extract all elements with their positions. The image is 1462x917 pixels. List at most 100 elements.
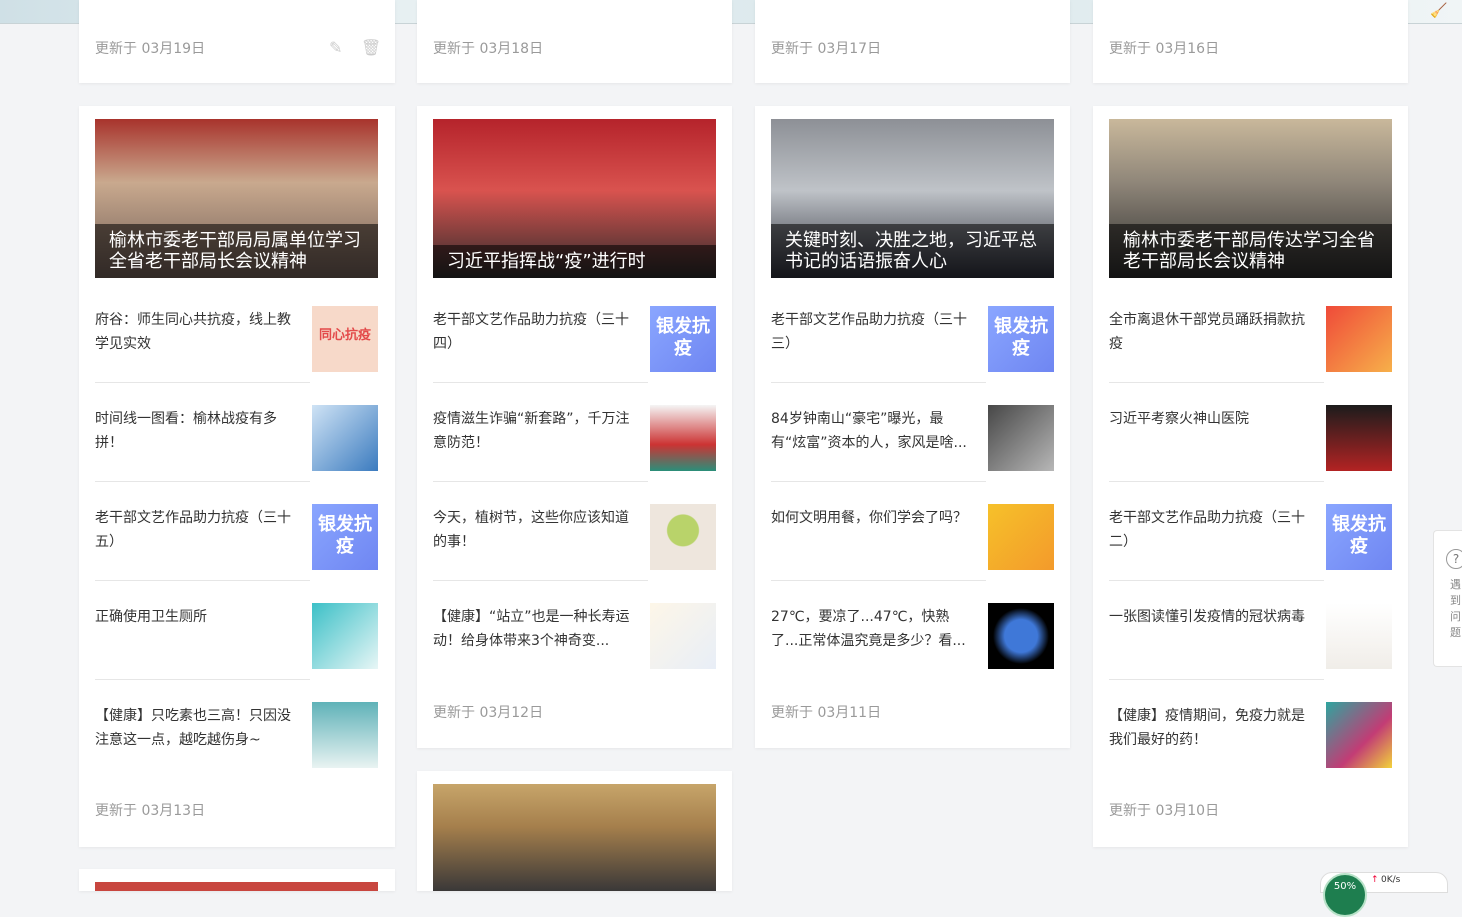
updated-date: 更新于 03月11日 [771,705,882,721]
item-thumbnail[interactable] [1326,306,1392,372]
news-card-4: 榆林市委老干部局传达学习全省老干部局长会议精神 全市离退休干部党员踊跃捐款抗疫 … [1093,106,1408,847]
item-thumbnail[interactable] [650,405,716,471]
item-title[interactable]: 正确使用卫生厕所 [95,605,300,629]
item-thumbnail[interactable] [1326,405,1392,471]
hero-caption[interactable]: 关键时刻、决胜之地，习近平总书记的话语振奋人心 [771,224,1054,278]
list-item[interactable]: 老干部文艺作品助力抗疫（三十二） 银发抗疫 [1109,497,1392,596]
divider [95,481,310,482]
hero-caption[interactable]: 习近平指挥战“疫”进行时 [433,245,716,278]
news-card-3: 关键时刻、决胜之地，习近平总书记的话语振奋人心 老干部文艺作品助力抗疫（三十三）… [755,106,1070,748]
card-tools: ✎ 🗑 [315,38,381,57]
item-thumbnail[interactable]: 银发抗疫 [988,306,1054,372]
list-item[interactable]: 【健康】疫情期间，免疫力就是我们最好的药！ [1109,695,1392,794]
help-text[interactable]: 遇到问题 [1450,577,1462,641]
list-item[interactable]: 老干部文艺作品助力抗疫（三十四） 银发抗疫 [433,299,716,398]
top-card-1: 更新于 03月19日 ✎ 🗑 [79,0,395,83]
hero-image[interactable]: 榆林市委老干部局传达学习全省老干部局长会议精神 [1109,119,1392,278]
item-thumbnail[interactable] [988,405,1054,471]
list-item[interactable]: 一张图读懂引发疫情的冠状病毒 [1109,596,1392,695]
item-title[interactable]: 老干部文艺作品助力抗疫（三十五） [95,506,300,554]
speed-value: 0K/s [1381,875,1401,885]
item-title[interactable]: 27℃，要凉了...47℃，快熟了...正常体温究竟是多少？看... [771,605,976,653]
list-item[interactable]: 【健康】“站立”也是一种长寿运动！给身体带来3个神奇变... [433,596,716,695]
list-item[interactable]: 84岁钟南山“豪宅”曝光，最有“炫富”资本的人，家风是啥... [771,398,1054,497]
hero-image[interactable] [95,882,378,891]
question-icon[interactable]: ? [1446,549,1462,569]
item-thumbnail[interactable]: 银发抗疫 [312,504,378,570]
item-thumbnail[interactable] [650,504,716,570]
list-item[interactable]: 今天，植树节，这些你应该知道的事！ [433,497,716,596]
item-title[interactable]: 老干部文艺作品助力抗疫（三十三） [771,308,976,356]
item-title[interactable]: 【健康】“站立”也是一种长寿运动！给身体带来3个神奇变... [433,605,638,653]
delete-icon[interactable]: 🗑 [361,39,381,57]
item-thumbnail[interactable]: 银发抗疫 [650,306,716,372]
list-item[interactable]: 时间线一图看：榆林战疫有多拼！ [95,398,378,497]
item-thumbnail[interactable] [312,603,378,669]
item-title[interactable]: 时间线一图看：榆林战疫有多拼！ [95,407,300,455]
hero-photo [433,784,716,891]
top-card-4: 更新于 03月16日 [1093,0,1408,83]
updated-date: 更新于 03月12日 [433,705,544,721]
list-item[interactable]: 习近平考察火神山医院 [1109,398,1392,497]
divider [771,382,986,383]
list-item[interactable]: 疫情滋生诈骗“新套路”，千万注意防范！ [433,398,716,497]
news-card-1b [79,869,395,891]
help-widget[interactable]: ? 遇到问题 [1433,530,1462,667]
updated-date: 更新于 03月18日 [433,41,544,57]
divider [771,481,986,482]
item-thumbnail[interactable] [988,504,1054,570]
item-title[interactable]: 府谷：师生同心共抗疫，线上教学见实效 [95,308,300,356]
network-speed-widget[interactable]: 50% ↑ 0K/s [1320,872,1448,917]
list-item[interactable]: 正确使用卫生厕所 [95,596,378,695]
item-title[interactable]: 一张图读懂引发疫情的冠状病毒 [1109,605,1314,629]
item-thumbnail[interactable] [1326,702,1392,768]
item-title[interactable]: 老干部文艺作品助力抗疫（三十四） [433,308,638,356]
hero-caption[interactable]: 榆林市委老干部局局属单位学习全省老干部局长会议精神 [95,224,378,278]
item-title[interactable]: 如何文明用餐，你们学会了吗？ [771,506,976,530]
item-thumbnail[interactable]: 同心抗疫 [312,306,378,372]
divider [1109,580,1324,581]
item-title[interactable]: 84岁钟南山“豪宅”曝光，最有“炫富”资本的人，家风是啥... [771,407,976,455]
divider [433,481,648,482]
list-item[interactable]: 全市离退休干部党员踊跃捐款抗疫 [1109,299,1392,398]
thumb-text: 银发抗疫 [988,306,1054,372]
list-item[interactable]: 府谷：师生同心共抗疫，线上教学见实效 同心抗疫 [95,299,378,398]
cleanup-brush-icon[interactable]: 🧹 [1430,3,1447,19]
hero-image[interactable]: 榆林市委老干部局局属单位学习全省老干部局长会议精神 [95,119,378,278]
item-thumbnail[interactable] [988,603,1054,669]
thumb-text: 银发抗疫 [312,504,378,570]
list-item[interactable]: 如何文明用餐，你们学会了吗？ [771,497,1054,596]
divider [95,382,310,383]
list-item[interactable]: 老干部文艺作品助力抗疫（三十五） 银发抗疫 [95,497,378,596]
updated-date: 更新于 03月13日 [95,803,206,819]
item-title[interactable]: 疫情滋生诈骗“新套路”，千万注意防范！ [433,407,638,455]
item-title[interactable]: 今天，植树节，这些你应该知道的事！ [433,506,638,554]
item-title[interactable]: 全市离退休干部党员踊跃捐款抗疫 [1109,308,1314,356]
divider [95,580,310,581]
item-title[interactable]: 【健康】疫情期间，免疫力就是我们最好的药！ [1109,704,1314,752]
divider [1109,382,1324,383]
hero-image[interactable] [433,784,716,891]
list-item[interactable]: 【健康】只吃素也三高！只因没注意这一点，越吃越伤身~ [95,695,378,794]
usage-ring: 50% [1323,873,1367,917]
item-thumbnail[interactable] [312,702,378,768]
item-thumbnail[interactable] [312,405,378,471]
item-thumbnail[interactable] [650,603,716,669]
item-title[interactable]: 【健康】只吃素也三高！只因没注意这一点，越吃越伤身~ [95,704,300,752]
hero-caption[interactable]: 榆林市委老干部局传达学习全省老干部局长会议精神 [1109,224,1392,278]
news-card-1: 榆林市委老干部局局属单位学习全省老干部局长会议精神 府谷：师生同心共抗疫，线上教… [79,106,395,847]
list-item[interactable]: 老干部文艺作品助力抗疫（三十三） 银发抗疫 [771,299,1054,398]
edit-icon[interactable]: ✎ [329,39,347,57]
item-thumbnail[interactable]: 银发抗疫 [1326,504,1392,570]
item-thumbnail[interactable] [1326,603,1392,669]
upload-arrow-icon: ↑ [1371,875,1379,885]
divider [433,382,648,383]
hero-image[interactable]: 习近平指挥战“疫”进行时 [433,119,716,278]
list-item[interactable]: 27℃，要凉了...47℃，快熟了...正常体温究竟是多少？看... [771,596,1054,695]
item-title[interactable]: 习近平考察火神山医院 [1109,407,1314,431]
divider [1109,679,1324,680]
hero-image[interactable]: 关键时刻、决胜之地，习近平总书记的话语振奋人心 [771,119,1054,278]
divider [433,580,648,581]
item-title[interactable]: 老干部文艺作品助力抗疫（三十二） [1109,506,1314,554]
divider [771,580,986,581]
